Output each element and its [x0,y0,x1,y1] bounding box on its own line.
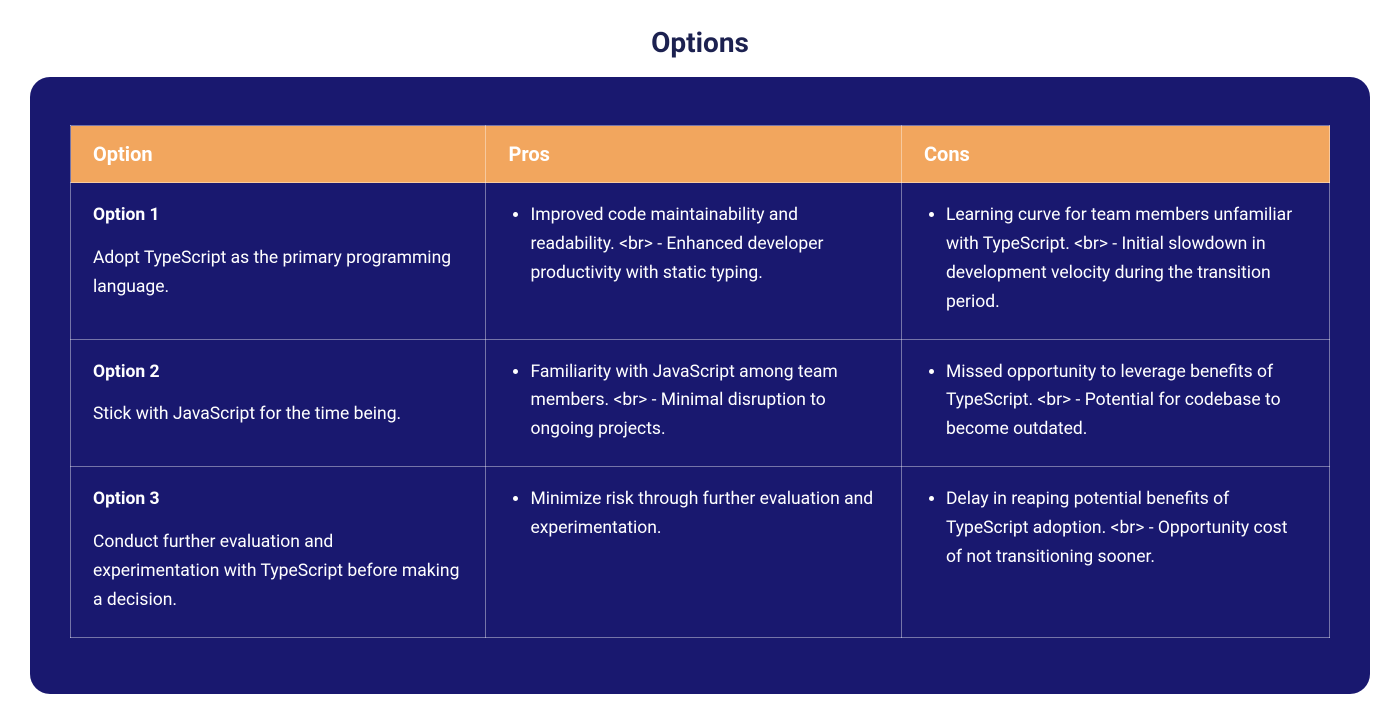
pros-cell: Minimize risk through further evaluation… [486,467,901,638]
options-panel: Option Pros Cons Option 1 Adopt TypeScri… [30,77,1370,694]
page: Options Option Pros Cons Option 1 Ado [0,0,1400,724]
pros-cell: Familiarity with JavaScript among team m… [486,339,901,467]
pros-list: Improved code maintainability and readab… [508,201,878,288]
table-header-row: Option Pros Cons [71,126,1330,183]
option-cell: Option 2 Stick with JavaScript for the t… [71,339,486,467]
list-item: Minimize risk through further evaluation… [530,485,878,543]
option-cell: Option 3 Conduct further evaluation and … [71,467,486,638]
cons-cell: Learning curve for team members unfamili… [901,183,1329,340]
option-title: Option 3 [93,485,463,514]
list-item: Learning curve for team members unfamili… [946,201,1307,317]
option-description: Stick with JavaScript for the time being… [93,400,463,429]
table-row: Option 3 Conduct further evaluation and … [71,467,1330,638]
list-item: Improved code maintainability and readab… [530,201,878,288]
cons-list: Missed opportunity to leverage benefits … [924,358,1307,445]
list-item: Missed opportunity to leverage benefits … [946,358,1307,445]
cons-cell: Missed opportunity to leverage benefits … [901,339,1329,467]
list-item: Familiarity with JavaScript among team m… [530,358,878,445]
header-pros: Pros [486,126,901,183]
list-item: Delay in reaping potential benefits of T… [946,485,1307,572]
option-description: Adopt TypeScript as the primary programm… [93,244,463,302]
pros-cell: Improved code maintainability and readab… [486,183,901,340]
option-title: Option 2 [93,358,463,387]
cons-cell: Delay in reaping potential benefits of T… [901,467,1329,638]
pros-list: Familiarity with JavaScript among team m… [508,358,878,445]
option-description: Conduct further evaluation and experimen… [93,528,463,615]
option-cell: Option 1 Adopt TypeScript as the primary… [71,183,486,340]
table-row: Option 1 Adopt TypeScript as the primary… [71,183,1330,340]
header-cons: Cons [901,126,1329,183]
options-table: Option Pros Cons Option 1 Adopt TypeScri… [70,125,1330,638]
pros-list: Minimize risk through further evaluation… [508,485,878,543]
header-option: Option [71,126,486,183]
table-row: Option 2 Stick with JavaScript for the t… [71,339,1330,467]
cons-list: Learning curve for team members unfamili… [924,201,1307,317]
option-title: Option 1 [93,201,463,230]
cons-list: Delay in reaping potential benefits of T… [924,485,1307,572]
page-title: Options [30,26,1370,59]
